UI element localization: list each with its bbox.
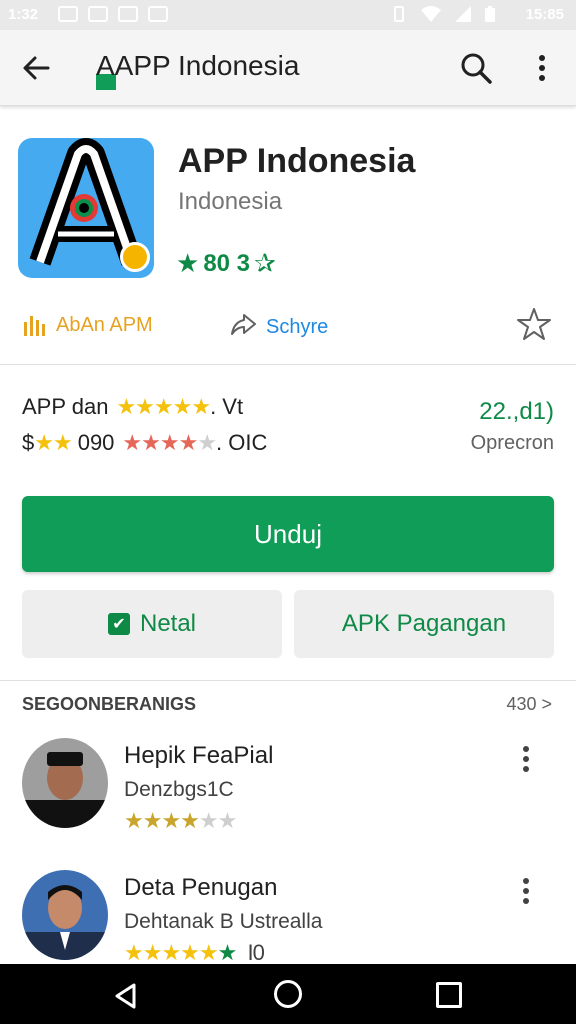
install-option-label: Netal (139, 610, 197, 637)
ratings-count-label: Oprecron (470, 432, 554, 454)
reviewer-subtitle: Dehtanak B Ustrealla (124, 910, 323, 933)
search-icon[interactable] (458, 50, 494, 86)
verified-badge-icon (120, 242, 150, 272)
nav-home-icon[interactable] (274, 980, 302, 1008)
ratings-count: 22.,d1) (479, 398, 554, 425)
signal-icon (455, 6, 471, 22)
back-arrow-icon[interactable] (20, 52, 52, 84)
notification-icon (118, 6, 138, 22)
app-rating-value: 80 3 (203, 249, 251, 277)
avatar (22, 870, 108, 960)
overflow-menu-icon[interactable] (516, 876, 536, 906)
nav-recents-icon[interactable] (436, 982, 462, 1008)
review-stars: ★★★★★★ I0 (124, 940, 265, 965)
ads-label: AbAn APM (56, 313, 153, 336)
reviewer-subtitle: Denzbgs1C (124, 778, 234, 801)
rating-line-1: APP dan ★★★★★ . Vt (22, 394, 243, 420)
review-stars-suffix: I0 (247, 940, 264, 965)
action-row: AbAn APM Schyre (0, 302, 576, 352)
rating-line-2: $ ★★ 090 ★★★★ ★ . OIC (22, 430, 267, 456)
nav-back-icon[interactable] (112, 982, 140, 1010)
status-time-right: 15:85 (525, 6, 564, 23)
status-time-left: 1:32 (8, 6, 39, 23)
battery-icon (485, 6, 495, 22)
wishlist-star-icon[interactable] (516, 306, 552, 342)
reviewer-name: Deta Penugan (124, 874, 278, 901)
system-navigation-bar (0, 964, 576, 1024)
overflow-menu-icon[interactable] (532, 50, 552, 86)
divider (0, 364, 576, 365)
toolbar-title: AAPP Indonesia (96, 50, 300, 81)
app-name: APP Indonesia (178, 142, 416, 180)
apk-button[interactable]: APK Pagangan (294, 590, 554, 658)
checkbox-icon: ✔ (107, 613, 130, 635)
review-stars: ★★★★★★ (124, 808, 237, 833)
rating-stars: ★★ (34, 430, 72, 455)
rating-line-2-prefix: $ (22, 430, 35, 455)
share-button[interactable]: Schyre (228, 312, 328, 342)
notification-icon (148, 6, 168, 22)
star-icon: ★ (176, 248, 200, 278)
install-option-button[interactable]: ✔ Netal (22, 590, 282, 658)
app-developer[interactable]: Indonesia (178, 188, 282, 216)
app-icon (18, 138, 154, 278)
notification-icons (58, 6, 168, 22)
overflow-menu-icon[interactable] (516, 744, 536, 774)
notification-icon (88, 6, 108, 22)
notification-icon (58, 6, 78, 22)
rating-stars: ★★★★ (122, 430, 198, 455)
bars-icon (24, 316, 45, 336)
avatar-image (22, 738, 108, 828)
reviews-heading: SEGOONBERANIGS (22, 694, 197, 714)
system-icons (390, 5, 496, 23)
avatar-image (22, 870, 108, 960)
reviewer-name: Hepik FeaPial (124, 742, 274, 769)
wifi-icon (421, 6, 441, 22)
ads-info: AbAn APM (22, 312, 153, 338)
app-toolbar: AAPP Indonesia (0, 30, 576, 106)
install-button[interactable]: Unduj (22, 496, 554, 572)
ratings-summary: APP dan ★★★★★ . Vt $ ★★ 090 ★★★★ ★ . OIC … (0, 378, 576, 478)
star-outline-icon: ✰ (254, 248, 276, 278)
vibrate-icon (394, 6, 404, 22)
app-rating: ★ 80 3 ✰ (176, 248, 276, 279)
rating-line-1-label: APP dan (22, 394, 109, 419)
divider (0, 680, 576, 681)
rating-line-2-value: 090 (77, 430, 115, 455)
review-item: Hepik FeaPial Denzbgs1C ★★★★★★ (0, 738, 576, 858)
rating-stars-empty: ★ (197, 430, 217, 455)
rating-line-2-suffix: . OIC (216, 430, 268, 455)
avatar (22, 738, 108, 828)
apk-button-label: APK Pagangan (341, 610, 507, 637)
rating-stars: ★★★★★ (116, 394, 211, 419)
reviews-more-link[interactable]: 430 > (506, 694, 552, 715)
share-label: Schyre (266, 315, 329, 338)
rating-line-1-suffix: . Vt (210, 394, 244, 419)
share-icon (231, 314, 256, 335)
status-bar: 1:32 15:85 (0, 0, 576, 30)
